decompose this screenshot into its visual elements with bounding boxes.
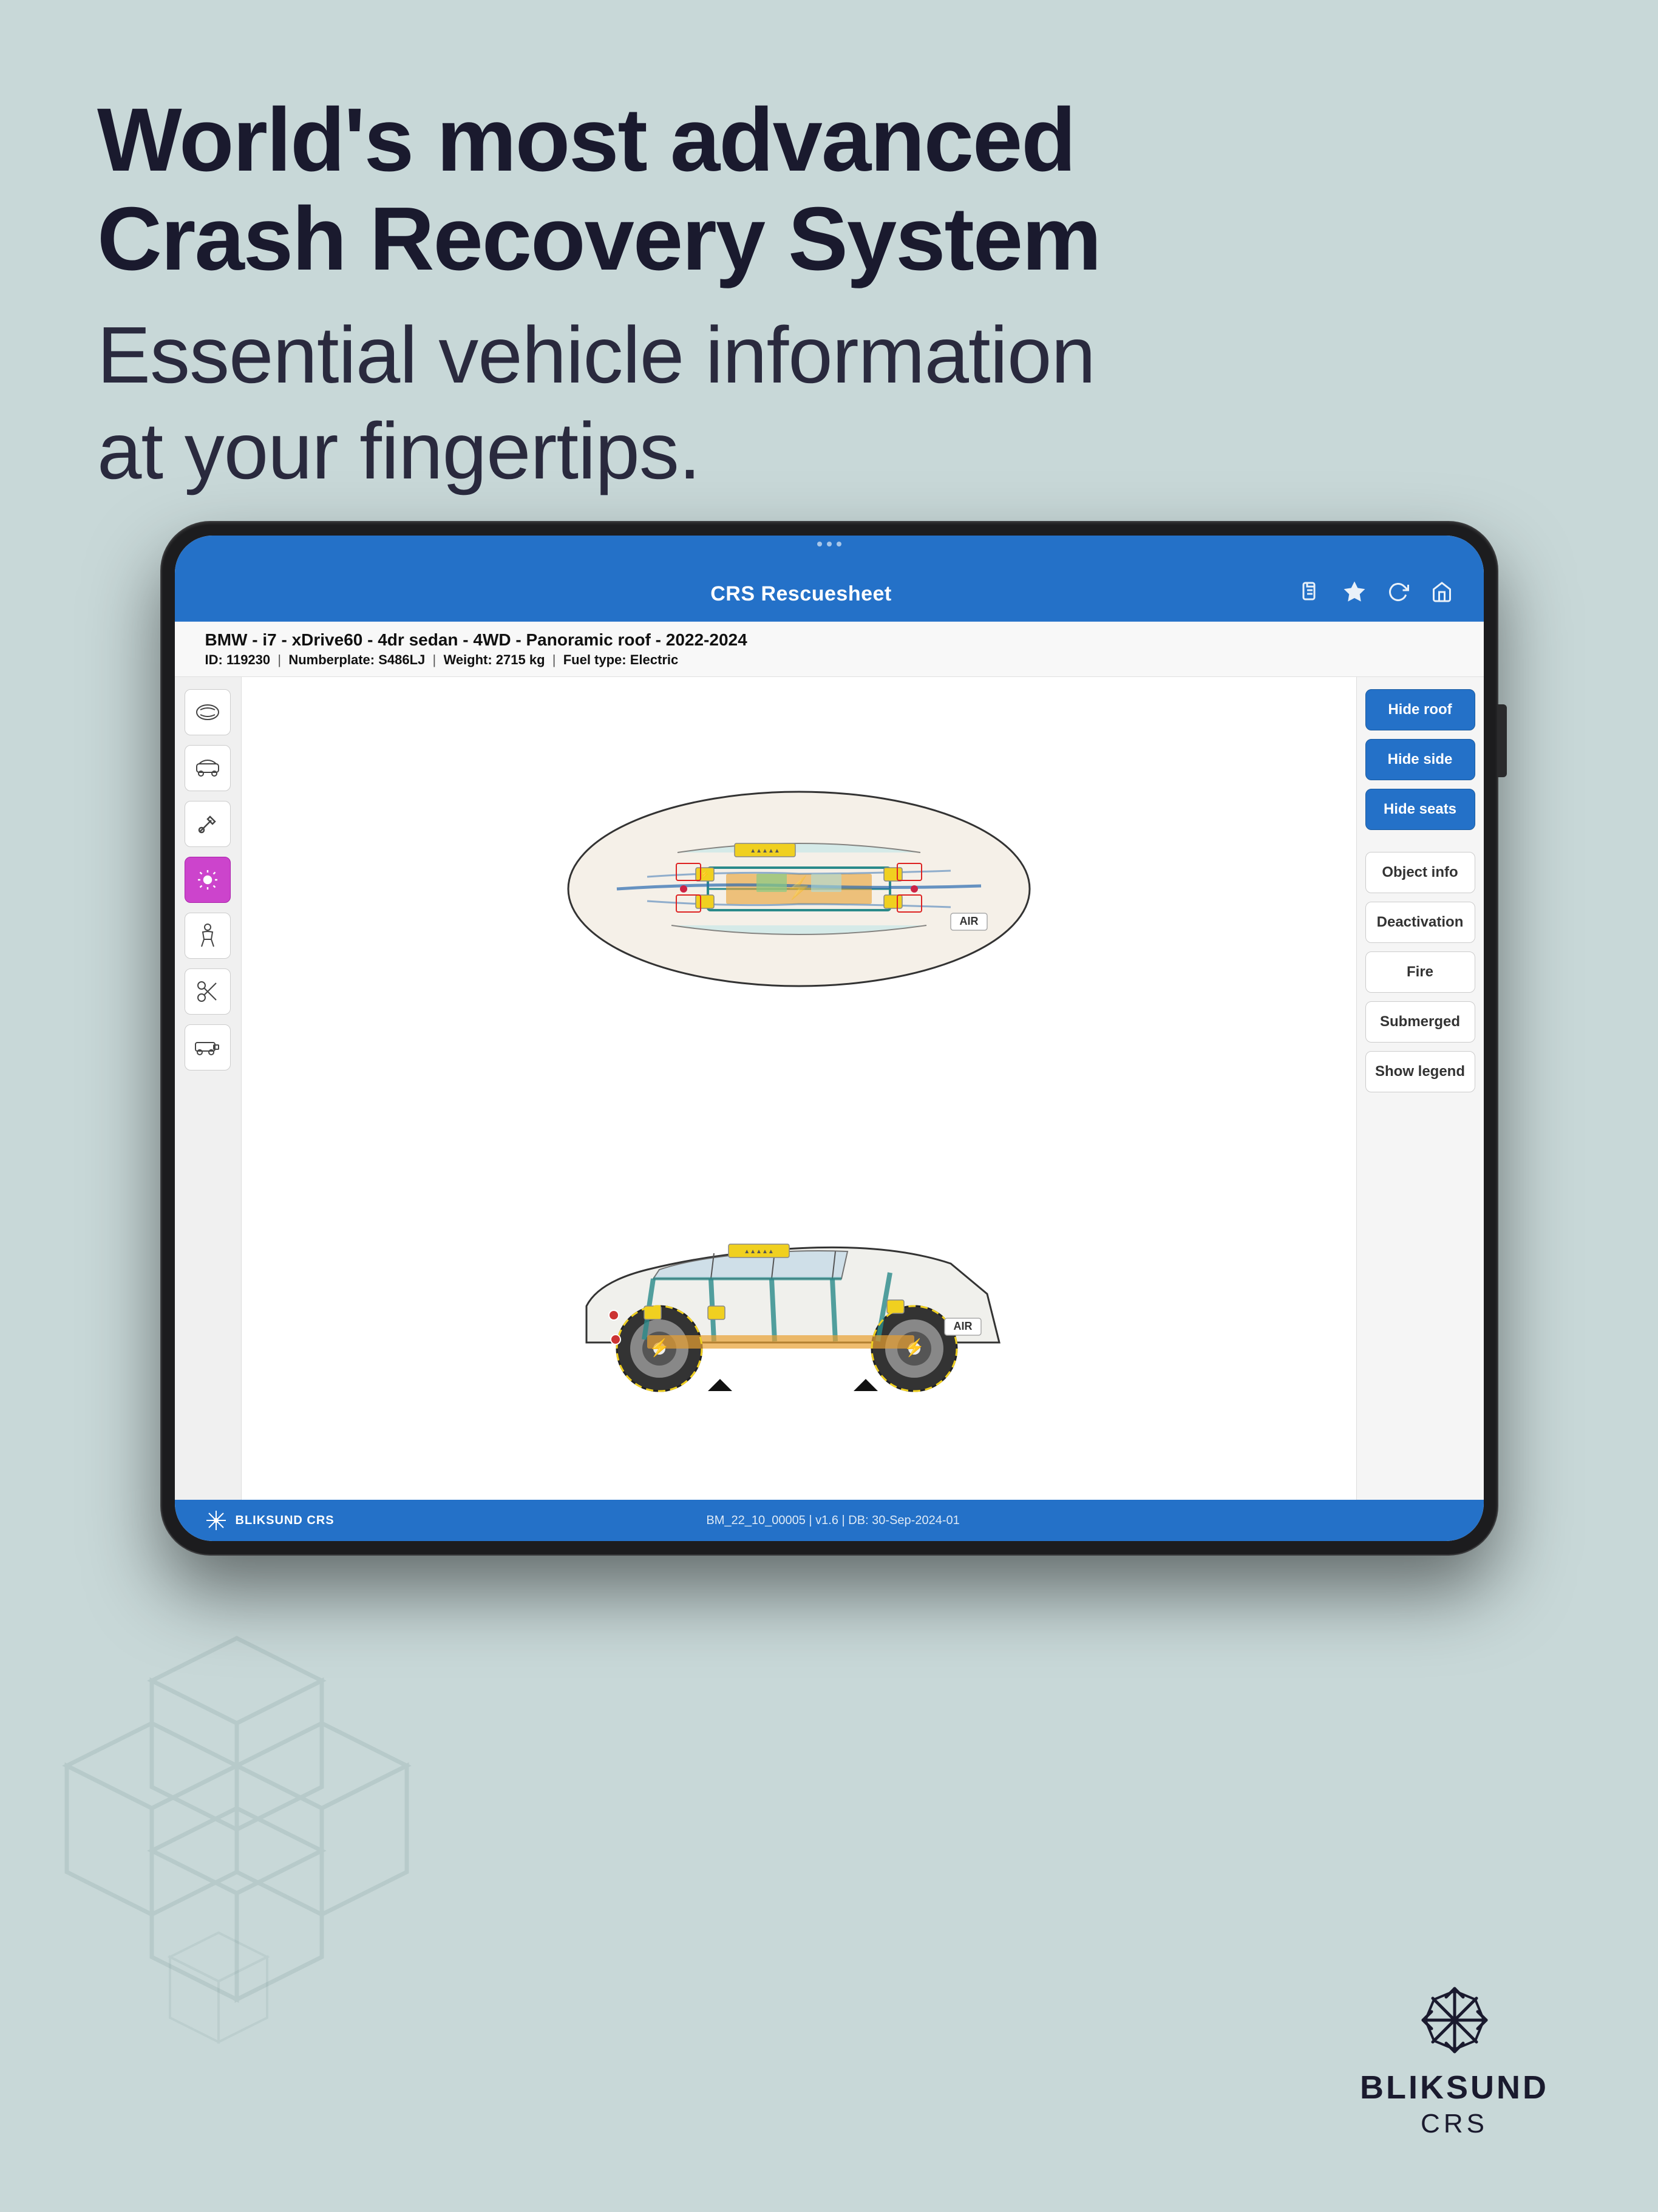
bottom-file-info: BM_22_10_00005 | v1.6 | DB: 30-Sep-2024-… [706,1514,959,1528]
right-sidebar: Hide roof Hide side Hide seats Object in… [1356,677,1484,1500]
diagram-area: ⚡ AIR ⚡ [242,677,1356,1500]
ipad: CRS Rescuesheet [161,522,1497,1554]
sidebar-cut[interactable] [185,968,231,1015]
app-bar: CRS Rescuesheet [175,567,1484,622]
bottom-logo: BLIKSUND CRS [205,1509,335,1531]
sidebar-car-side[interactable] [185,745,231,791]
object-info-button[interactable]: Object info [1365,852,1475,893]
sidebar-seat[interactable] [185,913,231,959]
document-icon[interactable] [1300,581,1322,608]
hero-subtitle: Essential vehicle information at your fi… [97,307,1561,500]
bottom-bar: BLIKSUND CRS BM_22_10_00005 | v1.6 | DB:… [175,1500,1484,1541]
fire-button[interactable]: Fire [1365,951,1475,993]
vehicle-details: ID: 119230 | Numberplate: S486LJ | Weigh… [205,652,1453,668]
svg-text:AIR: AIR [953,1320,972,1332]
home-icon[interactable] [1431,581,1453,608]
submerged-button[interactable]: Submerged [1365,1001,1475,1043]
left-sidebar [175,677,242,1500]
bliksund-brand: BLIKSUND CRS [236,1514,335,1528]
svg-text:⚡: ⚡ [903,1338,925,1358]
sidebar-car-top[interactable] [185,689,231,735]
star-icon[interactable] [1344,581,1365,608]
sidebar-settings[interactable] [185,857,231,903]
svg-text:⚡: ⚡ [785,875,812,900]
svg-text:▲▲▲▲▲: ▲▲▲▲▲ [744,1248,774,1255]
refresh-icon[interactable] [1387,581,1409,608]
brand-logo-section: BLIKSUND CRS [1360,1984,1549,2139]
deactivation-button[interactable]: Deactivation [1365,902,1475,943]
show-legend-button[interactable]: Show legend [1365,1051,1475,1092]
svg-text:⚡: ⚡ [648,1338,670,1358]
svg-text:AIR: AIR [959,915,978,927]
status-bar [175,536,1484,567]
app-title: CRS Rescuesheet [710,582,892,606]
vehicle-title: BMW - i7 - xDrive60 - 4dr sedan - 4WD - … [205,630,1453,650]
brand-sub: CRS [1360,2109,1549,2139]
sidebar-tools[interactable] [185,801,231,847]
brand-name: BLIKSUND [1360,2069,1549,2106]
sidebar-vehicle[interactable] [185,1024,231,1070]
hide-roof-button[interactable]: Hide roof [1365,689,1475,730]
hero-title: World's most advanced Crash Recovery Sys… [97,91,1561,289]
hide-seats-button[interactable]: Hide seats [1365,789,1475,830]
svg-text:⚡: ⚡ [700,870,709,879]
vehicle-info-bar: BMW - i7 - xDrive60 - 4dr sedan - 4WD - … [175,622,1484,677]
hide-side-button[interactable]: Hide side [1365,739,1475,780]
svg-text:▲▲▲▲▲: ▲▲▲▲▲ [750,848,780,854]
